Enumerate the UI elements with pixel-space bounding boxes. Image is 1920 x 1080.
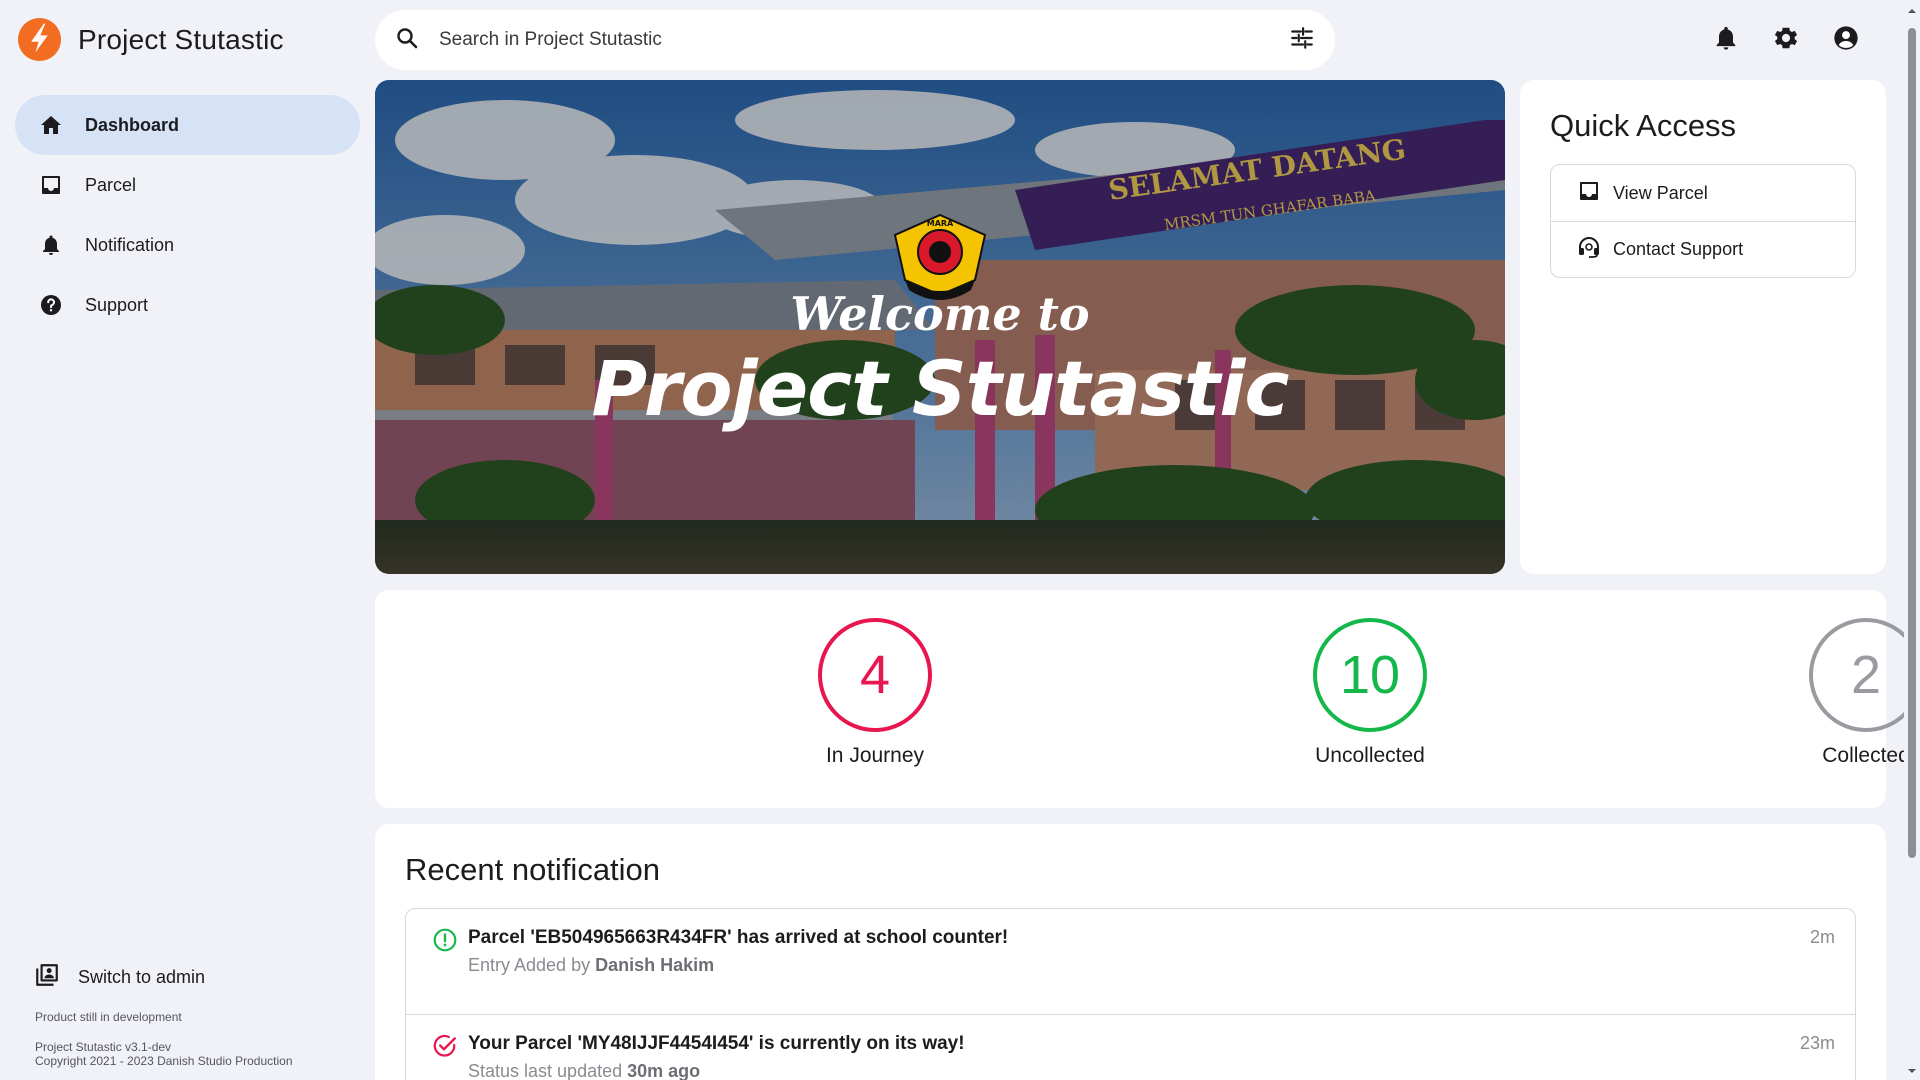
sidebar-nav: Dashboard Parcel Notification Support	[15, 95, 360, 335]
alert-circle-icon	[432, 927, 458, 953]
search-icon[interactable]	[395, 26, 419, 55]
version-text: Project Stutastic v3.1-dev	[35, 1040, 172, 1054]
stat-label: In Journey	[825, 744, 925, 767]
top-actions	[1712, 24, 1860, 52]
stat-ring: 10	[1313, 618, 1427, 732]
notification-sub-strong: Danish Hakim	[595, 955, 715, 975]
stat-in-journey[interactable]: 4 In Journey	[765, 618, 985, 768]
filter-sliders-icon[interactable]	[1289, 25, 1315, 56]
stat-value: 10	[1339, 645, 1401, 705]
welcome-text: Welcome to	[790, 287, 1089, 341]
sidebar-item-label: Support	[85, 294, 149, 315]
hero-title: Project Stutastic	[592, 344, 1290, 433]
search-input[interactable]	[439, 29, 1289, 51]
inbox-icon	[1577, 179, 1601, 208]
notification-subtitle: Status last updated 30m ago	[468, 1061, 1855, 1080]
sidebar-item-label: Parcel	[85, 174, 137, 195]
search-bar	[375, 10, 1335, 70]
notification-sub-prefix: Entry Added by	[468, 955, 591, 975]
recent-notification-panel: Recent notification Parcel 'EB504965663R…	[375, 824, 1886, 1080]
notification-title: Parcel 'EB504965663R434FR' has arrived a…	[468, 927, 1009, 948]
notifications-bell-icon[interactable]	[1712, 24, 1740, 52]
stat-ring: 4	[818, 618, 932, 732]
stat-value: 2	[1850, 645, 1882, 705]
quick-access-panel: Quick Access View Parcel Contact Support	[1520, 80, 1886, 574]
home-icon	[37, 111, 65, 139]
sidebar-item-notification[interactable]: Notification	[15, 215, 360, 275]
view-parcel-link[interactable]: View Parcel	[1551, 165, 1855, 221]
contact-support-link[interactable]: Contact Support	[1551, 221, 1855, 277]
quick-item-label: Contact Support	[1613, 239, 1744, 259]
notification-item[interactable]: Your Parcel 'MY48IJJF4454I454' is curren…	[406, 1014, 1855, 1080]
settings-gear-icon[interactable]	[1772, 24, 1800, 52]
account-circle-icon[interactable]	[1832, 24, 1860, 52]
notification-sub-prefix: Status last updated	[468, 1061, 623, 1080]
scroll-down-arrow-icon[interactable]	[1907, 1066, 1917, 1076]
notification-item[interactable]: Parcel 'EB504965663R434FR' has arrived a…	[406, 909, 1855, 1014]
sidebar-item-label: Notification	[85, 234, 175, 255]
notification-sub-strong: 30m ago	[627, 1061, 701, 1080]
sidebar-item-support[interactable]: Support	[15, 275, 360, 335]
welcome-hero-banner: SELAMAT DATANG MRSM TUN GHAFAR BABA MARA…	[375, 80, 1505, 574]
sidebar: Project Stutastic Dashboard Parcel Notif…	[0, 0, 370, 1080]
emblem-text: MARA	[927, 219, 954, 228]
notification-time: 2m	[1809, 927, 1835, 947]
stat-value: 4	[859, 645, 891, 705]
stat-uncollected[interactable]: 10 Uncollected	[1260, 618, 1480, 768]
brand[interactable]: Project Stutastic	[17, 17, 284, 62]
footer: Project Stutastic v3.1-dev Copyright 202…	[35, 1040, 293, 1068]
stat-collected[interactable]: 2 Collected	[1756, 618, 1920, 768]
sidebar-item-dashboard[interactable]: Dashboard	[15, 95, 360, 155]
scrollbar-thumb[interactable]	[1908, 28, 1916, 858]
app-name: Project Stutastic	[78, 23, 284, 55]
bolt-logo-icon	[17, 17, 62, 62]
quick-access-title: Quick Access	[1550, 108, 1737, 143]
page-scrollbar[interactable]	[1904, 0, 1920, 1080]
bell-icon	[37, 231, 65, 259]
recent-notification-title: Recent notification	[405, 852, 661, 887]
sidebar-item-label: Dashboard	[85, 114, 180, 135]
parcel-stats-panel: 4 In Journey 10 Uncollected 2 Collected	[375, 590, 1920, 808]
school-photo: SELAMAT DATANG MRSM TUN GHAFAR BABA MARA…	[375, 80, 1505, 574]
dev-note: Product still in development	[35, 1010, 182, 1024]
scroll-up-arrow-icon[interactable]	[1907, 6, 1917, 16]
check-circle-icon	[432, 1033, 458, 1059]
notification-list: Parcel 'EB504965663R434FR' has arrived a…	[405, 908, 1856, 1080]
notification-title: Your Parcel 'MY48IJJF4454I454' is curren…	[468, 1033, 965, 1054]
notification-time: 23m	[1799, 1033, 1835, 1053]
stat-label: Collected	[1822, 744, 1910, 767]
copyright-text: Copyright 2021 - 2023 Danish Studio Prod…	[35, 1054, 293, 1068]
quick-access-list: View Parcel Contact Support	[1550, 164, 1856, 278]
notification-subtitle: Entry Added by Danish Hakim	[468, 955, 1855, 976]
inbox-icon	[37, 171, 65, 199]
help-icon	[37, 291, 65, 319]
admin-panel-icon	[34, 962, 60, 993]
headset-icon	[1577, 235, 1601, 264]
sidebar-item-parcel[interactable]: Parcel	[15, 155, 360, 215]
switch-to-admin-button[interactable]: Switch to admin	[34, 962, 205, 993]
switch-admin-label: Switch to admin	[78, 967, 206, 987]
stat-label: Uncollected	[1315, 744, 1425, 767]
quick-item-label: View Parcel	[1613, 182, 1708, 203]
